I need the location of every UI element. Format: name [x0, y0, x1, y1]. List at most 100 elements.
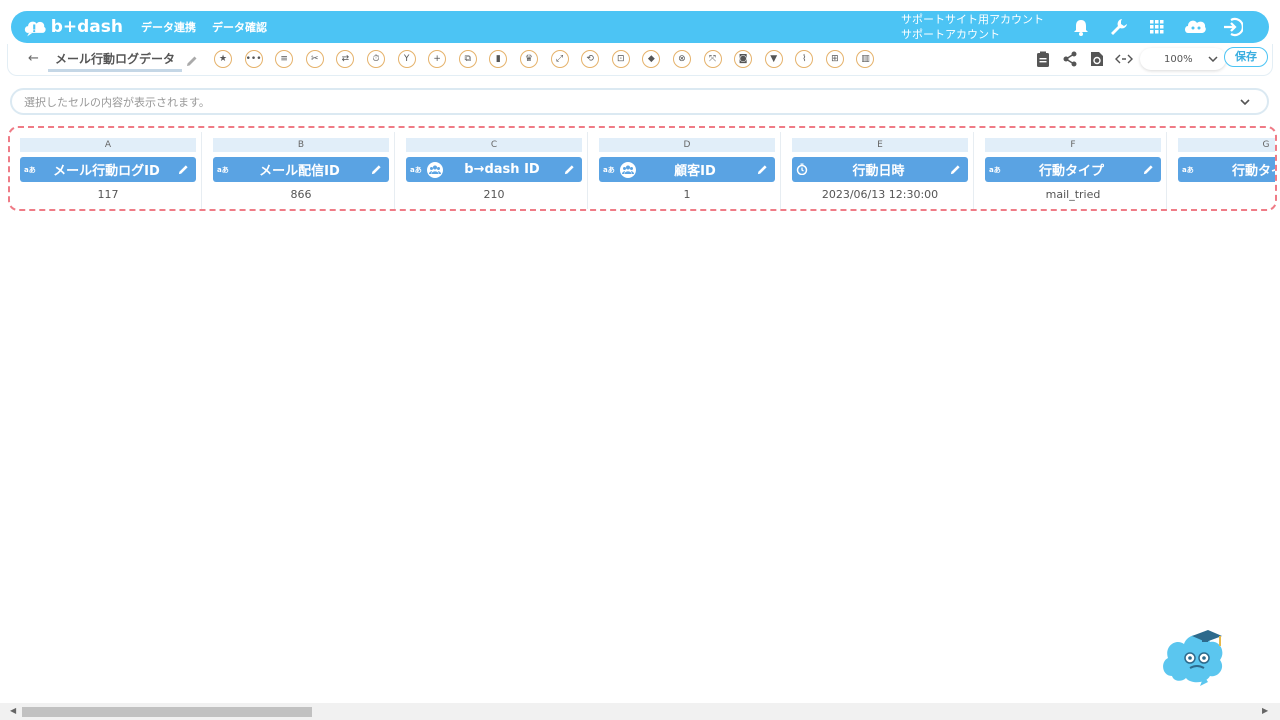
- columns-icon[interactable]: ▥: [856, 50, 875, 68]
- copy-icon[interactable]: ⧉: [458, 50, 477, 68]
- cell-value[interactable]: 117: [20, 188, 196, 201]
- column-c: Caあ b→dash ID 210: [402, 128, 595, 209]
- timer-icon[interactable]: ⏱: [366, 50, 385, 68]
- branch-icon[interactable]: Y: [397, 50, 416, 68]
- bell-icon[interactable]: [1069, 16, 1093, 38]
- account-info[interactable]: サポートサイト用アカウント サポートアカウント: [901, 12, 1044, 42]
- cell-value[interactable]: 866: [213, 188, 389, 201]
- scissors-icon[interactable]: ✂: [305, 50, 324, 68]
- text-type-icon: aあ: [1182, 165, 1194, 174]
- cell-content-input[interactable]: [24, 93, 1224, 111]
- column-divider: [1166, 132, 1167, 209]
- sync-icon[interactable]: [1088, 50, 1106, 68]
- expand-chevron-icon[interactable]: [1236, 93, 1254, 111]
- datetime-type-icon: [796, 163, 810, 177]
- scrollbar-thumb[interactable]: [22, 707, 312, 717]
- column-letter[interactable]: A: [20, 138, 196, 152]
- people-icon: [620, 161, 636, 178]
- app-logo[interactable]: b+dash: [23, 16, 123, 38]
- text-type-icon: aあ: [603, 165, 615, 174]
- nav-data-check[interactable]: データ確認: [212, 19, 267, 35]
- column-header[interactable]: aあ メール行動ログID: [20, 157, 196, 182]
- split-icon[interactable]: ⌇: [795, 50, 814, 68]
- column-header[interactable]: 行動日時: [792, 157, 968, 182]
- column-divider: [587, 132, 588, 209]
- save-button[interactable]: 保存: [1224, 47, 1268, 67]
- help-mascot-icon[interactable]: [1160, 624, 1226, 690]
- list-icon[interactable]: ≡: [275, 50, 294, 68]
- text-type-icon: aあ: [989, 165, 1001, 174]
- table-icon[interactable]: ⊞: [825, 50, 844, 68]
- column-header[interactable]: aあ 行動タイプ: [1178, 157, 1275, 182]
- column-letter[interactable]: B: [213, 138, 389, 152]
- column-header[interactable]: aあ b→dash ID: [406, 157, 582, 182]
- text-type-icon: aあ: [217, 165, 229, 174]
- column-header[interactable]: aあ メール配信ID: [213, 157, 389, 182]
- column-letter[interactable]: C: [406, 138, 582, 152]
- column-label: メール配信ID: [259, 164, 340, 179]
- nav-data-integration[interactable]: データ連携: [141, 19, 196, 35]
- people-icon: [427, 161, 443, 178]
- column-b: Baあ メール配信ID 866: [209, 128, 402, 209]
- mascot-face-icon[interactable]: [1183, 16, 1207, 38]
- column-divider: [394, 132, 395, 209]
- column-header[interactable]: aあ 行動タイプ: [985, 157, 1161, 182]
- wrench-icon[interactable]: [1107, 16, 1131, 38]
- text-type-icon: aあ: [24, 165, 36, 174]
- column-letter[interactable]: D: [599, 138, 775, 152]
- edit-column-icon[interactable]: [175, 164, 191, 175]
- cell-value[interactable]: 210: [406, 188, 582, 201]
- filter-icon[interactable]: ▼: [764, 50, 783, 68]
- zoom-value: 100%: [1164, 53, 1193, 65]
- edit-column-icon[interactable]: [754, 164, 770, 175]
- chevron-down-icon: [1208, 56, 1218, 62]
- edit-column-icon[interactable]: [947, 164, 963, 175]
- camera-icon[interactable]: ◙: [734, 50, 753, 68]
- crown-icon[interactable]: ♛: [519, 50, 538, 68]
- grid-icon[interactable]: [1145, 16, 1169, 38]
- column-divider: [973, 132, 974, 209]
- column-letter[interactable]: E: [792, 138, 968, 152]
- more-icon[interactable]: •••: [244, 50, 263, 68]
- expand-icon[interactable]: ⤢: [550, 50, 569, 68]
- cancel-icon[interactable]: ⊗: [672, 50, 691, 68]
- code-icon[interactable]: [1115, 50, 1133, 68]
- trash-icon[interactable]: ▮: [489, 50, 508, 68]
- lock-icon[interactable]: ⊡: [611, 50, 630, 68]
- logout-icon[interactable]: [1221, 16, 1245, 38]
- horizontal-scrollbar[interactable]: ◀ ▶: [0, 703, 1280, 720]
- edit-sheet-name-icon[interactable]: [186, 52, 198, 71]
- sheet-name-tab[interactable]: メール行動ログデータ: [48, 50, 182, 72]
- box-icon[interactable]: ◆: [642, 50, 661, 68]
- clipboard-icon[interactable]: [1034, 50, 1052, 68]
- account-line2: サポートアカウント: [901, 28, 1000, 41]
- logo-cloud-icon: [24, 21, 46, 37]
- star-icon[interactable]: ★: [214, 50, 232, 68]
- edit-column-icon[interactable]: [561, 164, 577, 175]
- column-g: Gaあ 行動タイプ: [1174, 128, 1275, 209]
- column-d: Daあ 顧客ID 1: [595, 128, 788, 209]
- pivot-icon[interactable]: ⤧: [703, 50, 722, 68]
- edit-column-icon[interactable]: [368, 164, 384, 175]
- column-label: 顧客ID: [674, 164, 716, 179]
- repeat-icon[interactable]: ⟲: [581, 50, 600, 68]
- zoom-select[interactable]: 100%: [1140, 48, 1226, 70]
- cell-content-bar: [10, 88, 1269, 115]
- cell-value[interactable]: mail_tried: [985, 188, 1161, 201]
- column-letter[interactable]: G: [1178, 138, 1275, 152]
- scroll-left-icon[interactable]: ◀: [10, 706, 16, 715]
- column-letter[interactable]: F: [985, 138, 1161, 152]
- plus-icon[interactable]: +: [428, 50, 447, 68]
- back-arrow-icon[interactable]: ←: [28, 51, 39, 66]
- cell-value[interactable]: 2023/06/13 12:30:00: [792, 188, 968, 201]
- column-label: 行動日時: [852, 164, 905, 179]
- column-label: 行動タイプ: [1038, 164, 1104, 179]
- share-icon[interactable]: [1061, 50, 1079, 68]
- cell-value[interactable]: 1: [599, 188, 775, 201]
- column-label: b→dash ID: [464, 162, 540, 177]
- scroll-right-icon[interactable]: ▶: [1262, 706, 1268, 715]
- column-header[interactable]: aあ 顧客ID: [599, 157, 775, 182]
- edit-column-icon[interactable]: [1140, 164, 1156, 175]
- column-divider: [201, 132, 202, 209]
- merge-icon[interactable]: ⇄: [336, 50, 355, 68]
